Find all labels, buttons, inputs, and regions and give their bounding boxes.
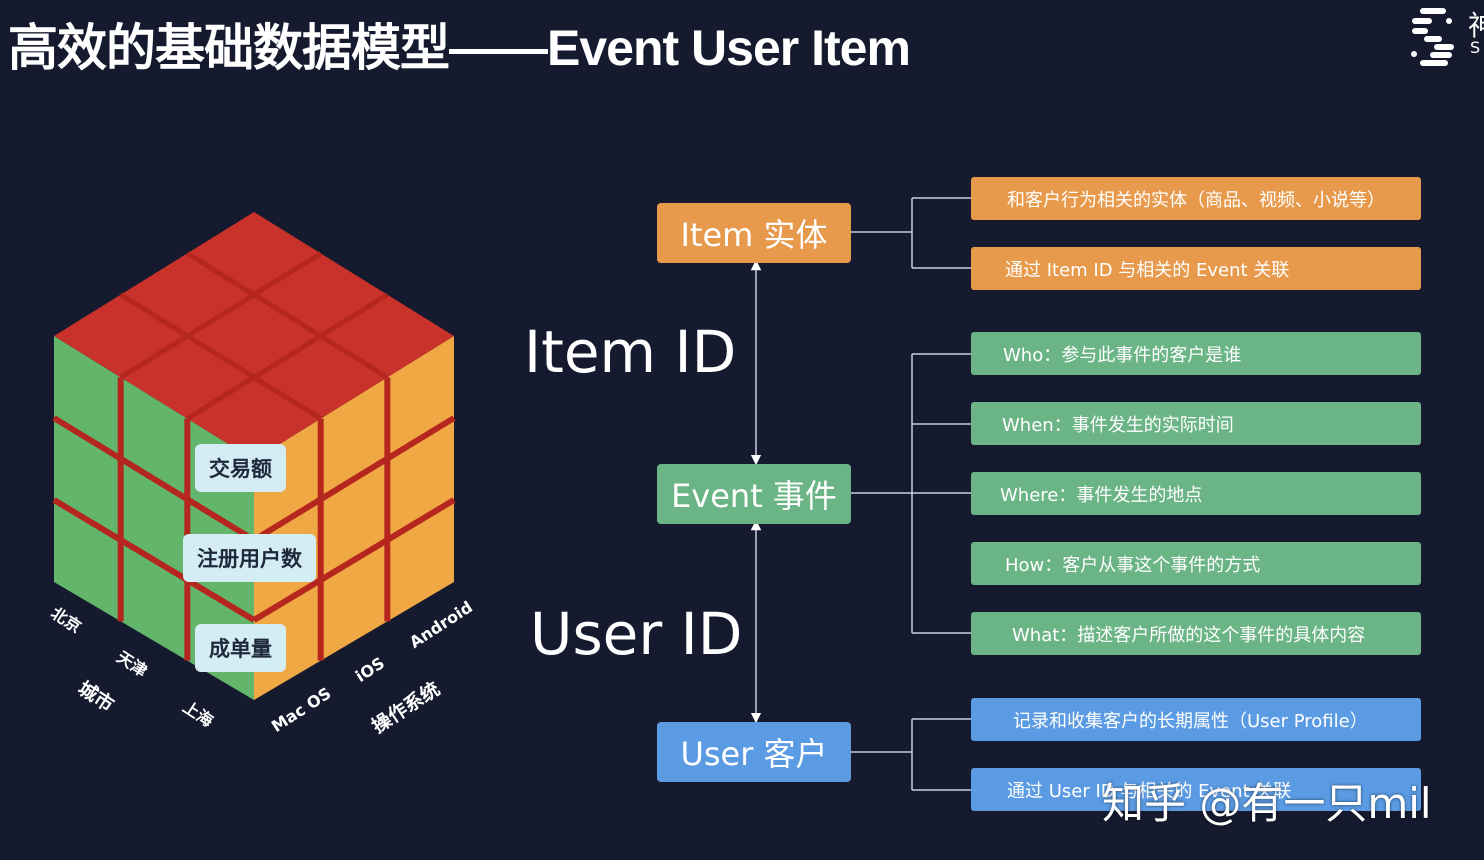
brand-logo-sub: S — [1470, 38, 1481, 57]
slide-title: 高效的基础数据模型——Event User Item — [8, 20, 911, 76]
item-detail-box: 通过 Item ID 与相关的 Event 关联 — [971, 247, 1421, 290]
item-entity-box: Item 实体 — [657, 203, 851, 263]
event-detail-box-where: Where：事件发生的地点 — [971, 472, 1421, 515]
event-detail-box-when: When：事件发生的实际时间 — [971, 402, 1421, 445]
user-detail-box: 记录和收集客户的长期属性（User Profile） — [971, 698, 1421, 741]
data-cube: 交易额 注册用户数 成单量 北京 天津 上海 城市 Mac OS iOS And… — [40, 200, 480, 740]
metric-label-transaction-amount: 交易额 — [195, 444, 286, 492]
user-entity-box: User 客户 — [657, 722, 851, 782]
item-id-label: Item ID — [524, 318, 737, 386]
event-entity-box: Event 事件 — [657, 464, 851, 524]
user-id-label: User ID — [530, 600, 743, 668]
metric-label-order-count: 成单量 — [195, 624, 286, 672]
metric-label-registered-users: 注册用户数 — [183, 534, 316, 582]
event-detail-box-what: What：描述客户所做的这个事件的具体内容 — [971, 612, 1421, 655]
event-detail-box-how: How：客户从事这个事件的方式 — [971, 542, 1421, 585]
watermark: 知乎 @有一只mil — [1102, 779, 1432, 828]
event-detail-box-who: Who：参与此事件的客户是谁 — [971, 332, 1421, 375]
item-detail-box: 和客户行为相关的实体（商品、视频、小说等） — [971, 177, 1421, 220]
